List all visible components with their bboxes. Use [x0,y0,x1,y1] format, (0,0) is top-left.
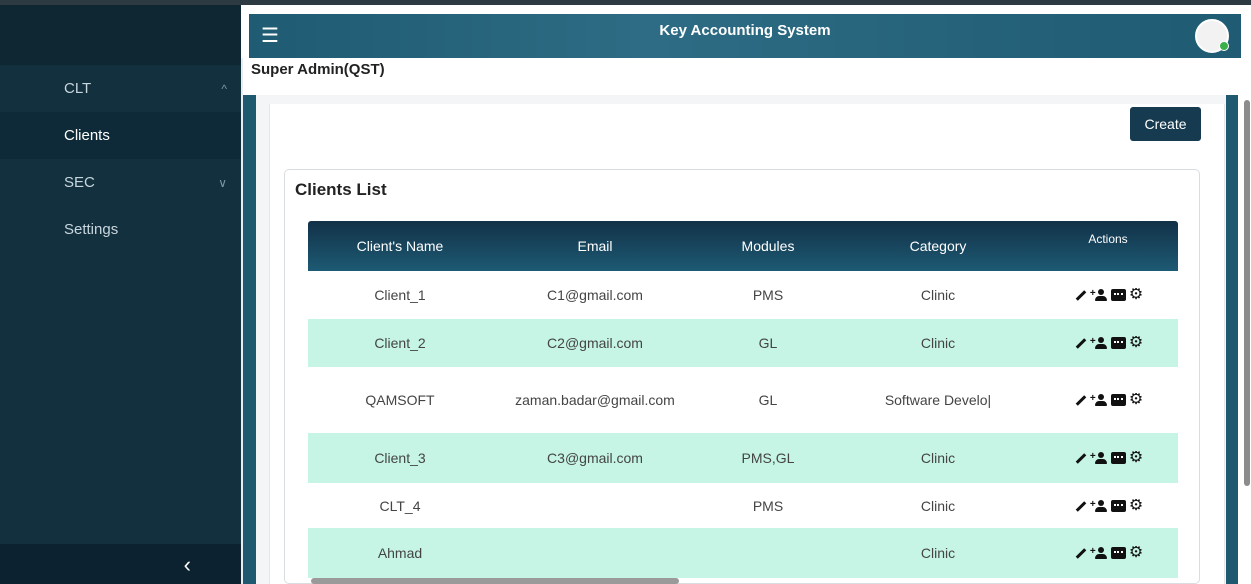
action-icons-group: + ⚙ [1073,288,1143,302]
pencil-icon[interactable] [1073,288,1087,302]
user-role-label: Super Admin(QST) [251,61,385,78]
card-icon[interactable] [1110,289,1126,301]
chevron-up-icon: ^ [221,81,227,96]
pencil-icon[interactable] [1073,336,1087,350]
card-icon[interactable] [1110,547,1126,559]
action-icons-group: + ⚙ [1073,451,1143,465]
pencil-icon[interactable] [1073,451,1087,465]
card-icon[interactable] [1110,394,1126,406]
sidebar-item-label: Clients [64,127,110,144]
table-row[interactable]: Client_3 C3@gmail.com PMS,GL Clinic + ⚙ [308,433,1178,483]
gear-icon[interactable]: ⚙ [1129,336,1143,350]
add-user-icon[interactable]: + [1090,546,1108,560]
client-category-cell: Clinic [920,497,956,514]
action-icons-group: + ⚙ [1073,336,1143,350]
table-row[interactable]: Client_1 C1@gmail.com PMS Clinic + ⚙ [308,271,1178,319]
add-user-icon[interactable]: + [1090,499,1108,513]
client-email-cell: C3@gmail.com [547,450,643,466]
client-category-cell: Clinic [920,545,956,561]
action-icons-group: + ⚙ [1073,499,1143,513]
gear-icon[interactable]: ⚙ [1129,546,1143,560]
horizontal-scrollbar[interactable] [311,578,679,584]
client-modules-cell: GL [758,392,778,408]
add-user-icon[interactable]: + [1090,288,1108,302]
sidebar-item-label: SEC [64,174,95,191]
pencil-icon[interactable] [1073,546,1087,560]
app-title: Key Accounting System [659,22,831,39]
add-user-icon[interactable]: + [1090,451,1108,465]
online-status-dot [1219,41,1229,51]
gear-icon[interactable]: ⚙ [1129,288,1143,302]
sidebar-item-settings[interactable]: Settings [0,206,241,253]
add-user-icon[interactable]: + [1090,393,1108,407]
row-actions: + ⚙ [1038,288,1178,302]
row-actions: + ⚙ [1038,499,1178,513]
pencil-icon[interactable] [1073,499,1087,513]
avatar[interactable] [1195,19,1229,53]
row-actions: + ⚙ [1038,393,1178,407]
sidebar-item-clients[interactable]: Clients [0,112,241,159]
card-icon[interactable] [1110,499,1126,512]
column-header-category[interactable]: Category [838,221,1038,271]
sidebar-item-sec[interactable]: SEC ∨ [0,159,241,206]
table-row[interactable]: QAMSOFT zaman.badar@gmail.com GL Software D… [308,367,1178,433]
table-body: Client_1 C1@gmail.com PMS Clinic + ⚙ Client_2 C… [308,271,1178,578]
client-modules-cell: PMS,GL [741,450,795,466]
card-icon[interactable] [1110,337,1126,349]
client-name-cell: Client_1 [374,287,426,303]
create-button[interactable]: Create [1130,107,1201,141]
chevron-left-icon: ‹ [183,552,191,577]
gear-icon[interactable]: ⚙ [1129,451,1143,465]
client-email-cell: zaman.badar@gmail.com [515,392,675,408]
column-header-modules[interactable]: Modules [698,221,838,271]
row-actions: + ⚙ [1038,336,1178,350]
column-header-actions: Actions [1088,232,1128,246]
client-modules-cell: GL [758,335,778,351]
pencil-icon[interactable] [1073,393,1087,407]
client-name-cell: Client_3 [374,450,426,466]
gear-icon[interactable]: ⚙ [1129,393,1143,407]
table-row[interactable]: Client_2 C2@gmail.com GL Clinic + ⚙ [308,319,1178,367]
column-header-name[interactable]: Client's Name [308,221,492,271]
row-actions: + ⚙ [1038,546,1178,560]
client-modules-cell: PMS [752,287,784,303]
app-header: ☰ Key Accounting System [249,14,1241,58]
client-category-cell: Clinic [920,287,956,303]
table-header: Client's Name Email Modules Category Act… [308,221,1178,271]
client-modules-cell: PMS [752,497,784,514]
client-email-cell: C1@gmail.com [547,287,643,303]
sidebar-brand-area [0,5,241,65]
card-icon[interactable] [1110,452,1126,464]
row-actions: + ⚙ [1038,451,1178,465]
chevron-down-icon: ∨ [218,175,227,190]
column-header-email[interactable]: Email [492,221,698,271]
client-name-cell: Ahmad [377,545,423,561]
clients-list-title: Clients List [295,180,387,199]
table-row[interactable]: Ahmad Clinic + ⚙ [308,528,1178,578]
client-name-cell: CLT_4 [379,497,421,514]
client-category-cell: Clinic [920,335,956,351]
gear-icon[interactable]: ⚙ [1129,499,1143,513]
table-row[interactable]: CLT_4 PMS Clinic + ⚙ [308,483,1178,528]
action-icons-group: + ⚙ [1073,546,1143,560]
sidebar-item-clt[interactable]: CLT ^ [0,65,241,112]
client-category-cell: Software Develo| [884,392,992,408]
clients-table: Client's Name Email Modules Category Act… [308,221,1178,578]
client-name-cell: Client_2 [374,335,426,351]
action-icons-group: + ⚙ [1073,393,1143,407]
client-email-cell: C2@gmail.com [547,335,643,351]
vertical-scrollbar[interactable] [1244,100,1250,486]
sidebar-item-label: CLT [64,80,92,97]
sidebar-collapse-button[interactable]: ‹ [0,544,241,584]
sidebar: CLT ^ Clients SEC ∨ Settings ‹ [0,5,241,584]
client-name-cell: QAMSOFT [365,392,435,408]
client-category-cell: Clinic [920,450,956,466]
add-user-icon[interactable]: + [1090,336,1108,350]
sidebar-item-label: Settings [64,221,119,238]
